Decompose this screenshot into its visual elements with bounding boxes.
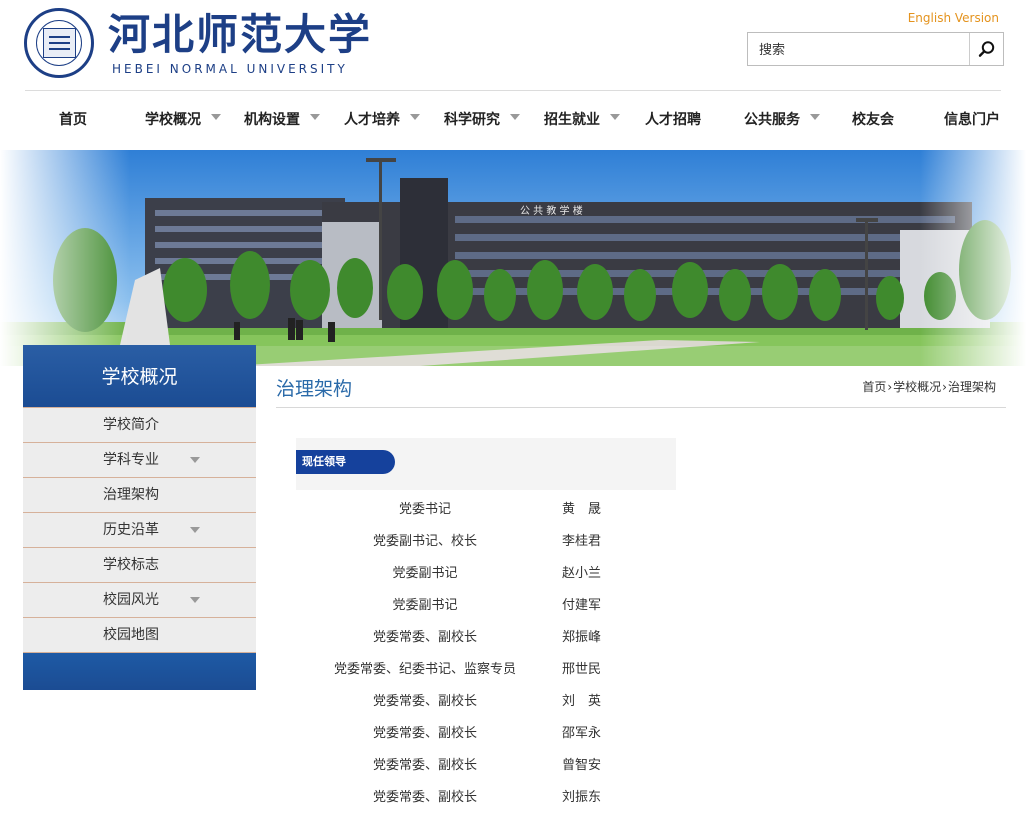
breadcrumb-about[interactable]: 学校概况 <box>893 380 941 394</box>
leader-position: 党委书记 <box>398 502 451 517</box>
english-version-link[interactable]: English Version <box>908 11 999 25</box>
search-box <box>747 32 1004 66</box>
chevron-down-icon <box>310 114 320 120</box>
nav-item-education[interactable]: 人才培养 <box>344 108 420 132</box>
campus-banner-image: 公 共 教 学 楼 <box>0 150 1026 366</box>
nav-item-public-services[interactable]: 公共服务 <box>744 108 820 132</box>
leader-name: 付建军 <box>562 598 602 613</box>
breadcrumb: 首页›学校概况›治理架构 <box>862 378 996 395</box>
page-title: 治理架构 <box>276 378 353 400</box>
building-sign: 公 共 教 学 楼 <box>520 204 583 217</box>
list-item: 党委常委、副校长 曾智安 <box>296 746 676 778</box>
list-item: 党委副书记 赵小兰 <box>296 554 676 586</box>
chevron-down-icon <box>211 114 221 120</box>
university-name-cn[interactable]: 河北师范大学 <box>108 10 372 60</box>
leader-position: 党委常委、副校长 <box>372 630 477 645</box>
leader-position: 党委常委、副校长 <box>372 694 477 709</box>
leader-name: 邢世民 <box>562 662 602 677</box>
breadcrumb-home[interactable]: 首页 <box>862 380 886 394</box>
search-button[interactable] <box>969 33 1003 65</box>
nav-item-admissions[interactable]: 招生就业 <box>544 108 620 132</box>
search-icon <box>978 41 995 57</box>
list-item: 党委副书记 付建军 <box>296 586 676 618</box>
sidebar: 学校概况 学校简介 学科专业 治理架构 历史沿革 学校标志 校园风光 校园地图 <box>23 345 256 690</box>
chevron-down-icon <box>410 114 420 120</box>
current-leaders-tag: 现任领导 <box>296 450 395 474</box>
nav-item-research[interactable]: 科学研究 <box>444 108 520 132</box>
sidebar-item-governance[interactable]: 治理架构 <box>23 478 256 513</box>
nav-item-about[interactable]: 学校概况 <box>145 108 221 132</box>
sidebar-title: 学校概况 <box>23 345 256 407</box>
leader-position: 党委副书记、校长 <box>372 534 477 549</box>
leader-position: 党委常委、纪委书记、监察专员 <box>333 662 516 677</box>
leaders-list: 党委书记黄 晟 党委副书记、校长 李桂君 党委副书记 赵小兰 党委副书记 付建军 党委… <box>296 490 676 810</box>
nav-item-portal[interactable]: 信息门户 <box>944 108 1000 132</box>
sidebar-footer <box>23 653 256 690</box>
chevron-down-icon <box>190 457 200 463</box>
leader-name: 刘振东 <box>562 790 602 805</box>
nav-divider <box>25 90 1001 91</box>
list-item: 党委常委、副校长 刘振东 <box>296 778 676 810</box>
list-item: 党委书记 黄 晟 <box>296 490 676 522</box>
list-item: 党委常委、副校长 郑振峰 <box>296 618 676 650</box>
current-leaders-header: 现任领导 <box>296 438 676 490</box>
sidebar-item-history[interactable]: 历史沿革 <box>23 513 256 548</box>
leader-position: 党委副书记 <box>392 566 458 581</box>
sidebar-item-map[interactable]: 校园地图 <box>23 618 256 653</box>
main-nav: 首页 学校概况 机构设置 人才培养 科学研究 招生就业 人才招聘 公共服务 校友… <box>0 92 1026 150</box>
nav-item-organization[interactable]: 机构设置 <box>244 108 320 132</box>
site-header: 河北师范大学 HEBEI NORMAL UNIVERSITY English V… <box>0 0 1026 92</box>
leader-name: 黄 晟 <box>562 502 602 517</box>
chevron-down-icon <box>190 527 200 533</box>
leader-name: 郑振峰 <box>562 630 602 645</box>
leader-position: 党委副书记 <box>392 598 458 613</box>
breadcrumb-separator: › <box>887 380 893 394</box>
leader-name: 邵军永 <box>562 726 602 741</box>
leader-position: 党委常委、副校长 <box>372 790 477 805</box>
breadcrumb-separator: › <box>942 380 947 394</box>
leader-name: 刘 英 <box>562 694 602 709</box>
leader-position: 党委常委、副校长 <box>372 758 477 773</box>
chevron-down-icon <box>610 114 620 120</box>
nav-item-recruitment[interactable]: 人才招聘 <box>645 108 701 132</box>
sidebar-item-disciplines[interactable]: 学科专业 <box>23 443 256 478</box>
list-item: 党委副书记、校长 李桂君 <box>296 522 676 554</box>
chevron-down-icon <box>510 114 520 120</box>
chevron-down-icon <box>190 597 200 603</box>
leader-name: 曾智安 <box>562 758 602 773</box>
list-item: 党委常委、副校长 邵军永 <box>296 714 676 746</box>
nav-item-home[interactable]: 首页 <box>59 108 87 132</box>
leader-position: 党委常委、副校长 <box>372 726 477 741</box>
leader-name: 赵小兰 <box>562 566 602 581</box>
list-item: 党委常委、副校长 刘 英 <box>296 682 676 714</box>
section-header: 治理架构 首页›学校概况›治理架构 <box>276 366 1006 408</box>
sidebar-item-intro[interactable]: 学校简介 <box>23 407 256 443</box>
list-item: 党委常委、纪委书记、监察专员 邢世民 <box>296 650 676 682</box>
university-seal-logo[interactable] <box>24 8 94 78</box>
search-input[interactable] <box>757 39 973 61</box>
chevron-down-icon <box>810 114 820 120</box>
sidebar-item-emblem[interactable]: 学校标志 <box>23 548 256 583</box>
breadcrumb-current[interactable]: 治理架构 <box>948 380 996 394</box>
sidebar-item-scenery[interactable]: 校园风光 <box>23 583 256 618</box>
nav-item-alumni[interactable]: 校友会 <box>852 108 894 132</box>
leader-name: 李桂君 <box>562 534 602 549</box>
university-name-en: HEBEI NORMAL UNIVERSITY <box>112 62 348 76</box>
